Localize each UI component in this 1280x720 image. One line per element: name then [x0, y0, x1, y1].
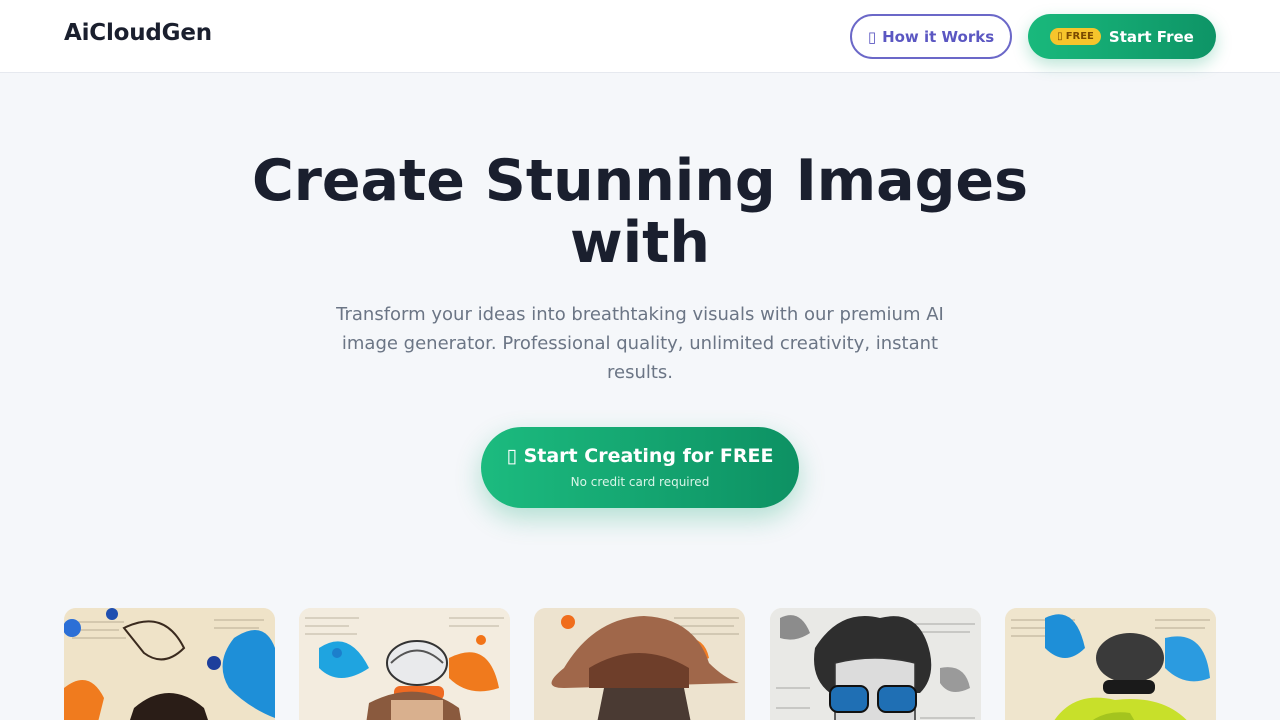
gallery-image-cowboy[interactable] — [534, 608, 745, 720]
start-free-button[interactable]: ▯ FREE Start Free — [1028, 14, 1216, 59]
how-it-works-icon: ▯ — [867, 27, 877, 46]
gallery-image-cyclist-green[interactable] — [1005, 608, 1216, 720]
hero-subtitle: Transform your ideas into breathtaking v… — [336, 304, 944, 383]
free-badge-label: FREE — [1065, 31, 1094, 42]
how-it-works-label: How it Works — [882, 27, 995, 46]
how-it-works-button[interactable]: ▯ How it Works — [850, 14, 1012, 59]
cta-main-line: ▯ Start Creating for FREE — [481, 445, 799, 467]
brand-logo[interactable]: AiCloudGen — [64, 20, 212, 46]
cta-note: No credit card required — [570, 475, 710, 489]
gallery-image-sunglasses-man[interactable] — [770, 608, 981, 720]
free-badge: ▯ FREE — [1050, 28, 1101, 45]
free-badge-icon: ▯ — [1057, 31, 1063, 42]
cta-label: Start Creating for FREE — [523, 445, 774, 467]
image-gallery — [64, 608, 1216, 720]
cta-icon: ▯ — [506, 445, 517, 467]
start-free-label: Start Free — [1108, 27, 1194, 46]
gallery-image-cyclist[interactable] — [299, 608, 510, 720]
start-creating-button[interactable]: ▯ Start Creating for FREE No credit card… — [481, 427, 799, 508]
top-navbar: AiCloudGen ▯ How it Works ▯ FREE Start F… — [0, 0, 1280, 73]
hero-title: Create Stunning Images with — [251, 148, 1029, 276]
gallery-image-dancer[interactable] — [64, 608, 275, 720]
